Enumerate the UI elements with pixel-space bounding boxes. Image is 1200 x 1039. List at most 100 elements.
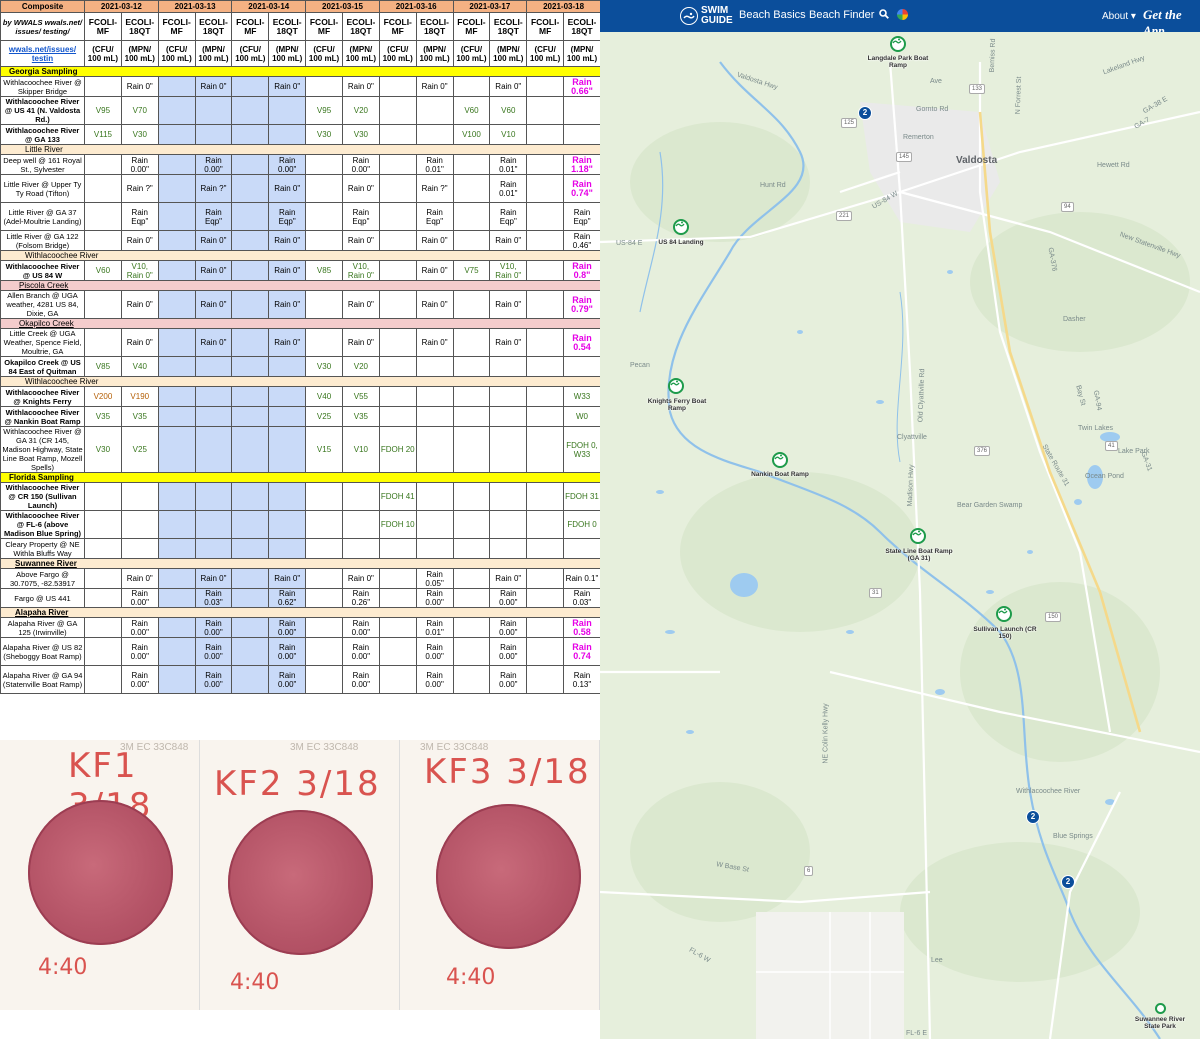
section-label: Florida Sampling (0, 472, 600, 483)
date-header: 2021-03-18 (526, 0, 600, 13)
result-cell: Rain ?" (194, 174, 233, 203)
result-cell: V100 (452, 124, 491, 145)
result-cell: V10, Rain 0" (120, 260, 159, 281)
beach-marker-langdale[interactable] (890, 36, 906, 52)
road-label: Withlacoochee River (1016, 788, 1081, 795)
map-view[interactable]: Valdosta Remerton Clyattville Dasher Twi… (600, 32, 1200, 1039)
result-cell (157, 386, 196, 407)
beach-marker-knights-ferry[interactable] (668, 378, 684, 394)
result-cell (157, 230, 196, 251)
swimmer-icon (998, 608, 1008, 614)
result-cell: Rain 0.00" (489, 617, 528, 638)
result-cell: Rain 0.00" (415, 637, 454, 666)
beach-marker-sullivan[interactable] (996, 606, 1012, 622)
place-label: Twin Lakes (1078, 425, 1114, 432)
result-cell: Rain 0" (415, 260, 454, 281)
marker-cluster[interactable]: 2 (858, 106, 874, 126)
result-cell: Rain 0.00" (268, 637, 307, 666)
language-icon[interactable] (897, 9, 908, 20)
site-row: Alapaha River @ US 82 (Sheboggy Boat Ram… (0, 637, 600, 666)
result-cell (378, 386, 417, 407)
date-header: 2021-03-17 (452, 0, 528, 13)
date-header: 2021-03-16 (378, 0, 454, 13)
result-cell (231, 637, 270, 666)
nav-beach-basics[interactable]: Beach Basics (739, 9, 806, 21)
testing-link[interactable]: wwals.net/issues/ testin (0, 40, 85, 67)
result-cell: V60 (84, 260, 122, 281)
section-label: Alapaha River (0, 607, 600, 618)
result-cell (231, 568, 270, 589)
unit-header: (MPN/ 100 mL) (415, 40, 454, 67)
beach-marker-state-line[interactable] (910, 528, 926, 544)
result-cell (526, 406, 565, 427)
cluster-count: 2 (858, 106, 872, 120)
result-cell (452, 406, 491, 427)
param-header: FCOLI- MF (526, 12, 565, 41)
marker-cluster[interactable]: 2 (1061, 875, 1077, 895)
cluster-count: 2 (1061, 875, 1075, 889)
marker-cluster[interactable]: 2 (1026, 810, 1042, 830)
beach-marker-nankin[interactable] (772, 452, 788, 468)
result-cell (231, 328, 270, 357)
site-row: Withlacoochee River @ Knights Ferry V200 V… (0, 386, 600, 407)
beach-marker-us84[interactable] (673, 219, 689, 235)
beach-marker-suwannee[interactable] (1155, 1003, 1166, 1014)
unit-header: (CFU/ 100 mL) (378, 40, 417, 67)
plate-brand: 3M EC 33C848 (290, 742, 359, 753)
param-header: ECOLI- 18QT (268, 12, 307, 41)
result-cell (157, 154, 196, 175)
place-label: Clyattville (897, 434, 927, 441)
site-row: Deep well @ 161 Royal St., Sylvester Rain… (0, 154, 600, 175)
section-label: Okapilco Creek (0, 318, 600, 329)
site-row: Little River @ GA 122 (Folsom Bridge) Rai… (0, 230, 600, 251)
road-label: Bear Garden Swamp (957, 502, 1023, 509)
result-cell (305, 538, 343, 559)
swimmer-icon (912, 530, 922, 536)
result-cell (563, 538, 600, 559)
result-cell (305, 617, 343, 638)
result-cell (194, 426, 233, 473)
result-cell (120, 510, 159, 539)
result-cell: FDOH 20 (378, 426, 417, 473)
result-cell: Rain 0.1" (563, 568, 600, 589)
result-cell (526, 328, 565, 357)
result-cell (452, 617, 491, 638)
swimmer-icon (774, 454, 784, 460)
result-cell: Rain 0.58 (563, 617, 600, 638)
result-cell: Rain 0.00" (489, 588, 528, 608)
site-name: Withlacoochee River @ CR 150 (Sullivan L… (0, 482, 85, 511)
result-cell: Rain ?" (120, 174, 159, 203)
nav-about-dropdown[interactable]: About ▾ (1102, 11, 1136, 22)
result-cell (84, 568, 122, 589)
route-shield: 125 (841, 118, 858, 128)
result-cell (452, 386, 491, 407)
search-icon[interactable] (879, 9, 889, 19)
result-cell: V35 (84, 406, 122, 427)
result-cell (231, 124, 270, 145)
swim-guide-logo-icon[interactable] (680, 7, 698, 25)
site-name: Allen Branch @ UGA weather, 4281 US 84, … (0, 290, 85, 319)
brand-name[interactable]: SWIM GUIDE (701, 6, 733, 26)
result-cell (84, 328, 122, 357)
result-cell: V30 (341, 124, 380, 145)
result-cell (378, 230, 417, 251)
section-label: Withlacoochee River (0, 376, 600, 387)
site-row: Alapaha River @ GA 125 (Irwinville) Rain … (0, 617, 600, 638)
site-name: Okapilco Creek @ US 84 East of Quitman (0, 356, 85, 377)
result-cell (305, 76, 343, 97)
plate-card-kf2: 3M EC 33C848 KF2 3/18 4:40 (200, 740, 400, 1010)
result-cell (341, 538, 380, 559)
result-cell (84, 230, 122, 251)
unit-header: (MPN/ 100 mL) (341, 40, 380, 67)
plate-card-kf1: 3M EC 33C848 KF1 3/18 4:40 (0, 740, 200, 1010)
result-cell (84, 665, 122, 694)
corner-title: Composite (0, 0, 85, 13)
plate-time: 4:40 (446, 965, 496, 990)
result-cell (452, 568, 491, 589)
result-cell: Rain 0" (489, 328, 528, 357)
about-label: About (1102, 11, 1129, 22)
result-cell (194, 124, 233, 145)
result-cell (231, 510, 270, 539)
result-cell (526, 260, 565, 281)
nav-beach-finder[interactable]: Beach Finder (809, 9, 874, 21)
